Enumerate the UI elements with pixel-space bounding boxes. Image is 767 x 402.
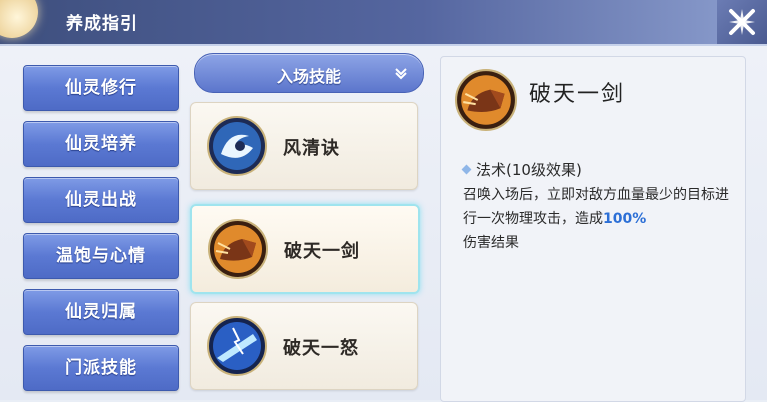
moon-icon [0,0,38,38]
sidebar-item-xianling-chuzhan[interactable]: 仙灵出战 [23,177,179,223]
skill-card-fengqingjue[interactable]: 风清诀 [190,102,418,190]
skill-type: 法术(10级效果) [461,159,582,180]
diamond-icon [461,164,472,175]
dropdown-label: 入场技能 [276,67,341,86]
close-icon [729,9,755,35]
skill-description: 召唤入场后，立即对敌方血量最少的目标进行一次物理攻击，造成100% 伤害结果 [463,183,739,255]
sidebar: 仙灵修行 仙灵培养 仙灵出战 温饱与心情 仙灵归属 门派技能 [10,52,186,400]
fist-strike-icon [208,219,268,279]
window-title: 养成指引 [66,14,138,34]
lightning-strike-icon [207,316,267,376]
sidebar-item-xianling-xiuxing[interactable]: 仙灵修行 [23,65,179,111]
skill-type-label: 法术(10级效果) [476,161,582,179]
chevron-down-icon [395,68,407,80]
skill-name: 风清诀 [283,138,340,159]
close-button[interactable] [717,0,767,44]
skill-name: 破天一怒 [283,338,359,359]
skill-card-potianyijian[interactable]: 破天一剑 [190,204,420,294]
sidebar-item-xianling-peiyang[interactable]: 仙灵培养 [23,121,179,167]
skill-detail-panel: 破天一剑 法术(10级效果) 召唤入场后，立即对敌方血量最少的目标进行一次物理攻… [440,56,746,402]
skill-detail-title: 破天一剑 [529,82,626,107]
skill-name: 破天一剑 [284,241,360,262]
desc-text-b: 伤害结果 [463,235,519,251]
desc-text-a: 召唤入场后，立即对敌方血量最少的目标进行一次物理攻击，造成 [463,187,729,227]
skill-card-potianyinu[interactable]: 破天一怒 [190,302,418,390]
skill-list-panel: 入场技能 风清诀 破天一剑 破天一怒 [186,50,426,400]
sidebar-item-wenbao-xinqing[interactable]: 温饱与心情 [23,233,179,279]
damage-percent: 100% [603,211,647,227]
sidebar-item-menpai-jineng[interactable]: 门派技能 [23,345,179,391]
fist-strike-icon [455,69,517,131]
sidebar-item-xianling-guishu[interactable]: 仙灵归属 [23,289,179,335]
title-bar: 养成指引 [0,0,767,46]
wind-swirl-icon [207,116,267,176]
skill-category-dropdown[interactable]: 入场技能 [194,53,424,93]
